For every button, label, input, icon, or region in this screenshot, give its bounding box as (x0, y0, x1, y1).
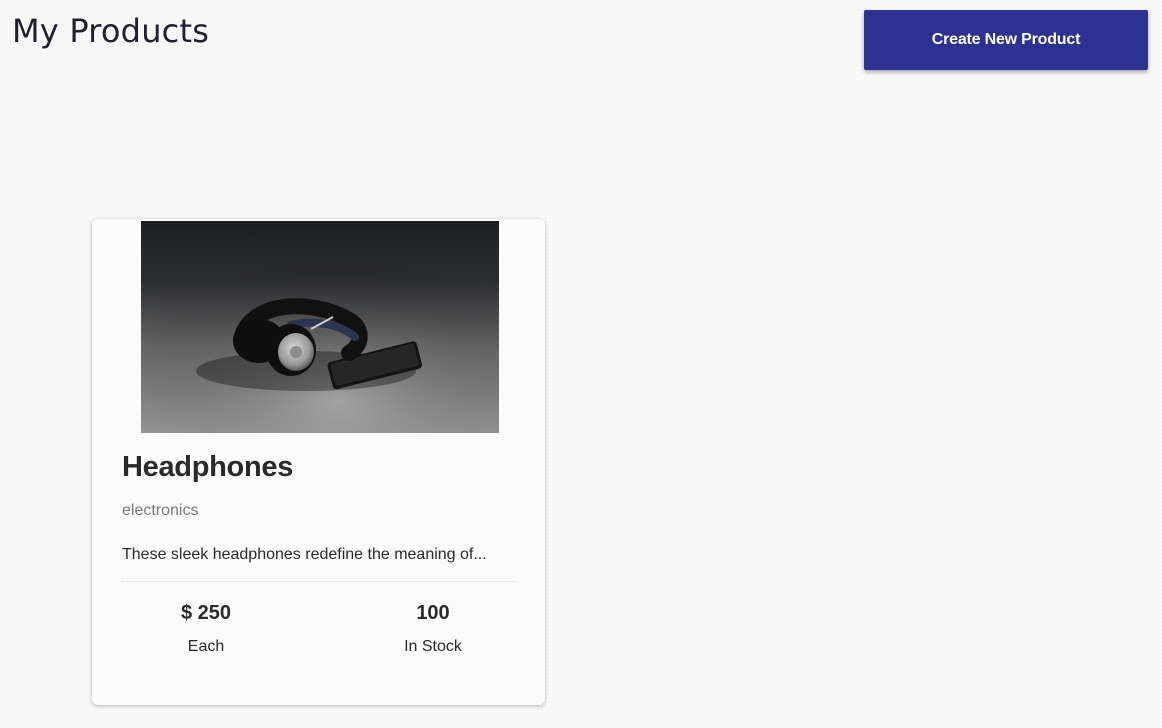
price-label: Each (187, 638, 225, 655)
product-price: $ 250 (180, 602, 232, 624)
stock-stat: 100 In Stock (353, 601, 513, 657)
headphones-photo-icon (141, 221, 499, 433)
stock-label: In Stock (404, 638, 462, 655)
page-title: My Products (12, 12, 210, 50)
product-name: Headphones (122, 451, 294, 483)
card-divider (122, 581, 516, 582)
create-new-product-button[interactable]: Create New Product (864, 10, 1148, 70)
product-card[interactable]: Headphones electronics These sleek headp… (92, 219, 545, 705)
product-stock: 100 (416, 602, 450, 624)
product-category: electronics (122, 502, 199, 519)
products-page: My Products Create New Product Headphone… (0, 0, 1162, 728)
product-image[interactable] (141, 221, 499, 433)
price-stat: $ 250 Each (126, 601, 286, 657)
product-description: These sleek headphones redefine the mean… (122, 546, 487, 563)
